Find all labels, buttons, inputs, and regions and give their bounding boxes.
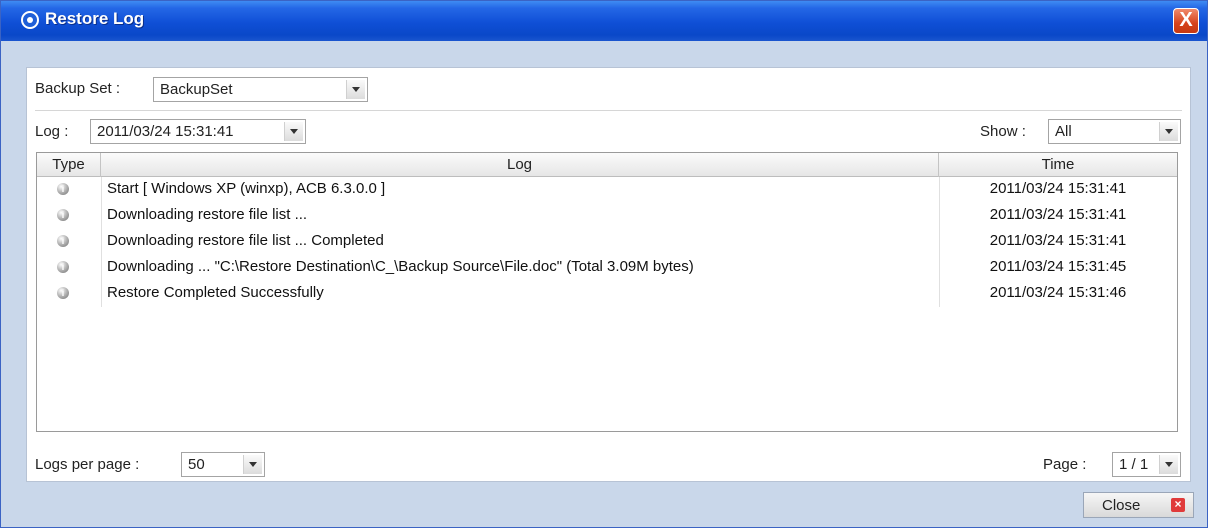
logs-per-page-value: 50 bbox=[188, 456, 205, 473]
app-icon bbox=[21, 11, 39, 29]
log-message: Downloading restore file list ... bbox=[107, 206, 308, 223]
info-icon: i bbox=[57, 261, 69, 273]
logs-per-page-dropdown[interactable]: 50 bbox=[181, 452, 265, 477]
window-close-icon[interactable]: X bbox=[1173, 8, 1199, 34]
log-time: 2011/03/24 15:31:46 bbox=[989, 284, 1127, 301]
logs-per-page-label: Logs per page : bbox=[35, 456, 140, 473]
page-value: 1 / 1 bbox=[1119, 456, 1149, 473]
log-date-dropdown[interactable]: 2011/03/24 15:31:41 bbox=[90, 119, 306, 144]
page-label: Page : bbox=[1043, 456, 1087, 473]
chevron-down-icon[interactable] bbox=[1159, 455, 1178, 474]
page-dropdown[interactable]: 1 / 1 bbox=[1112, 452, 1181, 477]
info-icon: i bbox=[57, 209, 69, 221]
close-button[interactable]: Close × bbox=[1083, 492, 1194, 518]
table-row[interactable]: i Restore Completed Successfully 2011/03… bbox=[37, 282, 1177, 304]
restore-log-window: Restore Log X Backup Set : BackupSet Log… bbox=[0, 0, 1208, 528]
close-button-label: Close bbox=[1102, 497, 1141, 514]
chevron-down-icon[interactable] bbox=[243, 455, 262, 474]
chevron-down-icon[interactable] bbox=[284, 122, 303, 141]
column-header-time[interactable]: Time bbox=[939, 153, 1177, 177]
info-icon: i bbox=[57, 183, 69, 195]
log-date-value: 2011/03/24 15:31:41 bbox=[97, 123, 234, 140]
log-time: 2011/03/24 15:31:41 bbox=[989, 206, 1127, 223]
log-message: Restore Completed Successfully bbox=[107, 284, 324, 301]
log-time: 2011/03/24 15:31:41 bbox=[989, 180, 1127, 197]
backup-set-dropdown[interactable]: BackupSet bbox=[153, 77, 368, 102]
log-message: Downloading restore file list ... Comple… bbox=[107, 232, 384, 249]
column-header-type[interactable]: Type bbox=[37, 153, 101, 177]
log-table: Type Log Time i Start [ Windows XP (winx… bbox=[36, 152, 1178, 432]
table-row[interactable]: i Downloading ... "C:\Restore Destinatio… bbox=[37, 256, 1177, 278]
column-header-log[interactable]: Log bbox=[101, 153, 939, 177]
backup-set-value: BackupSet bbox=[160, 81, 233, 98]
log-time: 2011/03/24 15:31:41 bbox=[989, 232, 1127, 249]
info-icon: i bbox=[57, 235, 69, 247]
info-icon: i bbox=[57, 287, 69, 299]
table-row[interactable]: i Downloading restore file list ... 2011… bbox=[37, 204, 1177, 226]
window-title: Restore Log bbox=[45, 9, 145, 28]
table-row[interactable]: i Downloading restore file list ... Comp… bbox=[37, 230, 1177, 252]
table-row[interactable]: i Start [ Windows XP (winxp), ACB 6.3.0.… bbox=[37, 178, 1177, 200]
chevron-down-icon[interactable] bbox=[1159, 122, 1178, 141]
show-filter-value: All bbox=[1055, 123, 1072, 140]
log-message: Downloading ... "C:\Restore Destination\… bbox=[107, 258, 694, 275]
log-time: 2011/03/24 15:31:45 bbox=[989, 258, 1127, 275]
backup-set-label: Backup Set : bbox=[35, 80, 121, 97]
divider bbox=[35, 110, 1182, 111]
show-filter-dropdown[interactable]: All bbox=[1048, 119, 1181, 144]
show-label: Show : bbox=[980, 123, 1026, 140]
close-icon: × bbox=[1171, 498, 1185, 512]
log-panel: Backup Set : BackupSet Log : 2011/03/24 … bbox=[26, 67, 1191, 482]
log-label: Log : bbox=[35, 123, 69, 140]
title-bar[interactable]: Restore Log X bbox=[1, 1, 1207, 41]
table-header: Type Log Time bbox=[37, 153, 1177, 177]
log-message: Start [ Windows XP (winxp), ACB 6.3.0.0 … bbox=[107, 180, 386, 197]
chevron-down-icon[interactable] bbox=[346, 80, 365, 99]
